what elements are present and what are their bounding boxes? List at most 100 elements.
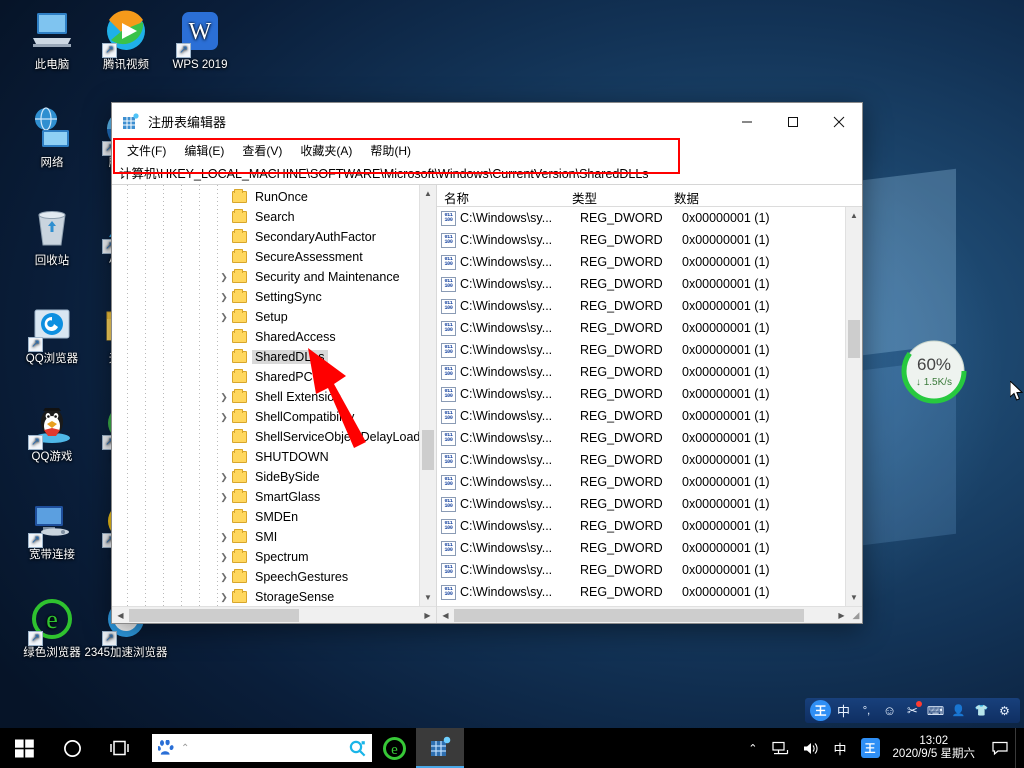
list-scroll-right-icon[interactable]: ▶ [833,611,850,620]
tree-scroll-thumb[interactable] [422,430,434,470]
tree-horizontal-scrollbar[interactable]: ◀ ▶ [112,606,436,623]
tree-item-search[interactable]: Search [112,207,419,227]
ime-keyboard-button[interactable]: ⌨ [925,700,946,721]
ime-skin-button[interactable]: 👕 [971,700,992,721]
tree-item-smi[interactable]: ❯SMI [112,527,419,547]
ime-screenshot-button[interactable]: ✂ [902,700,923,721]
registry-value-row[interactable]: 011100C:\Windows\sy...REG_DWORD0x0000000… [437,515,845,537]
taskbar-green-browser[interactable]: e [372,728,416,768]
ime-logo-icon[interactable]: 王 [810,700,831,721]
ime-toolbar[interactable]: 王 中 °, ☺ ✂ ⌨ 👤 👕 ⚙ [805,698,1020,723]
desktop-icon-network[interactable]: 网络 [10,106,94,170]
registry-value-row[interactable]: 011100C:\Windows\sy...REG_DWORD0x0000000… [437,317,845,339]
tree-scroll-track[interactable] [420,202,436,589]
resize-grip[interactable]: ◢ [850,610,862,621]
tree-expander-icon[interactable]: ❯ [216,532,232,543]
menu-item-4[interactable]: 帮助(H) [361,142,420,159]
desktop-icon-recycle-bin[interactable]: 回收站 [10,204,94,268]
tree-expander-icon[interactable]: ❯ [216,412,232,423]
registry-value-row[interactable]: 011100C:\Windows\sy...REG_DWORD0x0000000… [437,449,845,471]
tree-item-settingsync[interactable]: ❯SettingSync [112,287,419,307]
start-button[interactable] [0,728,48,768]
registry-value-row[interactable]: 011100C:\Windows\sy...REG_DWORD0x0000000… [437,251,845,273]
tray-chevron-icon[interactable]: ⌃ [741,728,764,768]
desktop-icon-broadband-connection[interactable]: ↗宽带连接 [10,498,94,562]
tree-expander-icon[interactable]: ❯ [216,552,232,563]
registry-value-row[interactable]: 011100C:\Windows\sy...REG_DWORD0x0000000… [437,229,845,251]
ime-emoji-button[interactable]: ☺ [879,700,900,721]
list-vertical-scrollbar[interactable]: ▲ ▼ [845,207,862,606]
tree-expander-icon[interactable]: ❯ [216,572,232,583]
column-header-type[interactable]: 类型 [565,185,667,206]
tree-item-speechgestures[interactable]: ❯SpeechGestures [112,567,419,587]
registry-value-row[interactable]: 011100C:\Windows\sy...REG_DWORD0x0000000… [437,273,845,295]
scroll-down-icon[interactable]: ▼ [420,589,436,606]
tree-hscroll-track[interactable] [129,607,419,624]
tray-volume-icon[interactable] [796,728,827,768]
tree-expander-icon[interactable]: ❯ [216,492,232,503]
menu-item-3[interactable]: 收藏夹(A) [291,142,361,159]
menu-bar[interactable]: 文件(F)编辑(E)查看(V)收藏夹(A)帮助(H) [112,140,862,161]
tray-ime-language[interactable]: 中 [827,728,854,768]
task-view-button[interactable] [96,728,144,768]
desktop-icon-tencent-video[interactable]: ↗腾讯视频 [84,8,168,72]
tree-item-security-and-maintenance[interactable]: ❯Security and Maintenance [112,267,419,287]
tree-item-shareddlls[interactable]: SharedDLLs [112,347,419,367]
tree-item-shellcompatibility[interactable]: ❯ShellCompatibility [112,407,419,427]
desktop-icon-wps-2019[interactable]: W↗WPS 2019 [158,8,242,72]
tree-item-storagesense[interactable]: ❯StorageSense [112,587,419,606]
address-bar[interactable]: 计算机\HKEY_LOCAL_MACHINE\SOFTWARE\Microsof… [112,161,862,185]
list-header[interactable]: 名称 类型 数据 [437,185,862,207]
scroll-left-icon[interactable]: ◀ [112,611,129,620]
tree-expander-icon[interactable]: ❯ [216,312,232,323]
tree-hscroll-thumb[interactable] [129,609,299,622]
list-horizontal-scrollbar[interactable]: ◀ ▶ ◢ [437,606,862,623]
tree-item-shell-extension[interactable]: ❯Shell Extension [112,387,419,407]
tree-expander-icon[interactable]: ❯ [216,272,232,283]
registry-value-row[interactable]: 011100C:\Windows\sy...REG_DWORD0x0000000… [437,493,845,515]
ime-punctuation-button[interactable]: °, [856,700,877,721]
ime-settings-icon[interactable]: ⚙ [994,700,1015,721]
scroll-right-icon[interactable]: ▶ [419,611,436,620]
desktop-icon-this-pc[interactable]: 此电脑 [10,8,94,72]
system-tray[interactable]: ⌃ 中 王 13:02 2020/9/5 星期六 [741,728,1024,768]
window-titlebar[interactable]: 注册表编辑器 [112,103,862,140]
tree-expander-icon[interactable]: ❯ [216,292,232,303]
registry-value-row[interactable]: 011100C:\Windows\sy...REG_DWORD0x0000000… [437,295,845,317]
tray-ime-logo-icon[interactable]: 王 [854,728,887,768]
registry-editor-window[interactable]: 注册表编辑器 文件(F)编辑(E)查看(V)收藏夹(A)帮助(H) 计算机\HK… [111,102,863,624]
tree-item-smden[interactable]: SMDEn [112,507,419,527]
tree-expander-icon[interactable]: ❯ [216,472,232,483]
tree-item-spectrum[interactable]: ❯Spectrum [112,547,419,567]
taskbar[interactable]: ⌃ e ⌃ [0,728,1024,768]
tree-item-shellserviceobjectdelayload[interactable]: ShellServiceObjectDelayLoad [112,427,419,447]
tree-item-sharedpc[interactable]: SharedPC [112,367,419,387]
ime-user-button[interactable]: 👤 [948,700,969,721]
tree-item-setup[interactable]: ❯Setup [112,307,419,327]
tree-item-shutdown[interactable]: SHUTDOWN [112,447,419,467]
list-scroll-left-icon[interactable]: ◀ [437,611,454,620]
menu-item-2[interactable]: 查看(V) [233,142,291,159]
tray-network-icon[interactable] [765,728,796,768]
registry-value-row[interactable]: 011100C:\Windows\sy...REG_DWORD0x0000000… [437,537,845,559]
action-center-icon[interactable] [985,728,1015,768]
registry-tree[interactable]: RunOnceSearchSecondaryAuthFactorSecureAs… [112,185,419,606]
registry-value-row[interactable]: 011100C:\Windows\sy...REG_DWORD0x0000000… [437,405,845,427]
tree-item-smartglass[interactable]: ❯SmartGlass [112,487,419,507]
registry-value-row[interactable]: 011100C:\Windows\sy...REG_DWORD0x0000000… [437,427,845,449]
close-button[interactable] [816,103,862,140]
cortana-button[interactable] [48,728,96,768]
tree-item-secondaryauthfactor[interactable]: SecondaryAuthFactor [112,227,419,247]
registry-value-row[interactable]: 011100C:\Windows\sy...REG_DWORD0x0000000… [437,383,845,405]
registry-value-row[interactable]: 011100C:\Windows\sy...REG_DWORD0x0000000… [437,559,845,581]
list-scroll-up-icon[interactable]: ▲ [846,207,862,224]
taskbar-clock[interactable]: 13:02 2020/9/5 星期六 [887,735,985,761]
list-scroll-thumb[interactable] [848,320,860,358]
show-desktop-button[interactable] [1015,728,1024,768]
desktop-icon-green-browser[interactable]: e↗绿色浏览器 [10,596,94,660]
minimize-button[interactable] [724,103,770,140]
network-speed-widget[interactable]: 60% ↓ 1.5K/s [900,337,968,405]
tree-item-secureassessment[interactable]: SecureAssessment [112,247,419,267]
list-hscroll-thumb[interactable] [454,609,804,622]
tree-item-sidebyside[interactable]: ❯SideBySide [112,467,419,487]
